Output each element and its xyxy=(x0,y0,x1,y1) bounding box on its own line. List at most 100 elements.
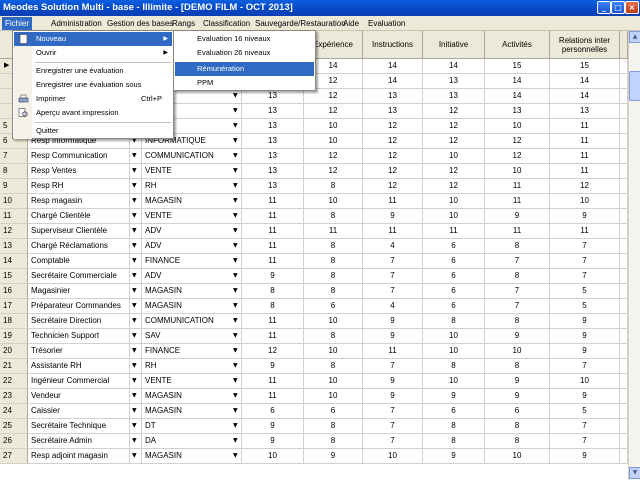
cell-activites[interactable]: 14 xyxy=(485,89,550,104)
menu-item-enregistrer[interactable]: Enregistrer une évaluation xyxy=(14,64,172,78)
cell-relations[interactable]: 9 xyxy=(550,389,620,404)
cell-initiative[interactable]: 9 xyxy=(423,449,485,464)
cell-relations[interactable]: 7 xyxy=(550,419,620,434)
cell-instructions[interactable]: 11 xyxy=(363,224,423,239)
cell-relations[interactable]: 7 xyxy=(550,269,620,284)
cell-relations[interactable]: 10 xyxy=(550,194,620,209)
cell-activites[interactable]: 6 xyxy=(485,404,550,419)
header-instructions[interactable]: Instructions xyxy=(363,31,423,59)
menu-item-nouveau[interactable]: Nouveau ▶ xyxy=(14,32,172,46)
dept-dropdown-icon[interactable]: ▼ xyxy=(233,182,238,189)
cell-instructions[interactable]: 12 xyxy=(363,134,423,149)
cell-col-first[interactable]: 8 xyxy=(242,299,304,314)
maximize-button[interactable]: □ xyxy=(611,1,625,14)
cell-initiative[interactable]: 10 xyxy=(423,209,485,224)
cell-activites[interactable]: 12 xyxy=(485,134,550,149)
cell-col-first[interactable]: 13 xyxy=(242,119,304,134)
cell-instructions[interactable]: 11 xyxy=(363,194,423,209)
cell-relations[interactable]: 7 xyxy=(550,254,620,269)
cell-instructions[interactable]: 13 xyxy=(363,89,423,104)
cell-job-title[interactable]: Secrétaire Technique xyxy=(28,419,130,434)
cell-extra[interactable] xyxy=(620,404,628,419)
menu-fichier[interactable]: Fichier xyxy=(2,17,33,30)
cell-experience[interactable]: 6 xyxy=(304,299,363,314)
cell-experience[interactable]: 10 xyxy=(304,344,363,359)
cell-extra[interactable] xyxy=(620,359,628,374)
cell-department[interactable]: MAGASIN xyxy=(142,449,242,464)
cell-experience[interactable]: 8 xyxy=(304,434,363,449)
cell-instructions[interactable]: 14 xyxy=(363,74,423,89)
cell-extra[interactable] xyxy=(620,299,628,314)
cell-instructions[interactable]: 7 xyxy=(363,434,423,449)
cell-job-title[interactable]: Chargé Réclamations xyxy=(28,239,130,254)
dept-dropdown-icon[interactable]: ▼ xyxy=(233,287,238,294)
scroll-up-icon[interactable]: ▲ xyxy=(629,31,640,43)
cell-activites[interactable]: 9 xyxy=(485,329,550,344)
name-dropdown-icon[interactable]: ▼ xyxy=(132,287,137,294)
dept-dropdown-icon[interactable]: ▼ xyxy=(233,377,238,384)
cell-col-first[interactable]: 11 xyxy=(242,239,304,254)
cell-job-title[interactable]: Assistante RH xyxy=(28,359,130,374)
menu-classification[interactable]: Classification xyxy=(200,17,253,30)
table-row[interactable]: 25 Secrétaire Technique DT 9 8 7 8 8 7 ▼ ▼ xyxy=(0,419,628,434)
cell-activites[interactable]: 8 xyxy=(485,359,550,374)
cell-col-first[interactable]: 11 xyxy=(242,329,304,344)
cell-col-first[interactable]: 12 xyxy=(242,344,304,359)
cell-department[interactable]: VENTE xyxy=(142,374,242,389)
table-row[interactable]: 20 Trésorier FINANCE 12 10 11 10 10 9 ▼ ▼ xyxy=(0,344,628,359)
cell-initiative[interactable]: 8 xyxy=(423,419,485,434)
cell-experience[interactable]: 11 xyxy=(304,224,363,239)
cell-initiative[interactable]: 10 xyxy=(423,344,485,359)
cell-activites[interactable]: 7 xyxy=(485,284,550,299)
header-initiative[interactable]: Initiative xyxy=(423,31,485,59)
submenu-eval-26[interactable]: Evaluation 26 niveaux xyxy=(175,46,314,60)
cell-relations[interactable]: 13 xyxy=(550,104,620,119)
cell-initiative[interactable]: 12 xyxy=(423,119,485,134)
dept-dropdown-icon[interactable]: ▼ xyxy=(233,122,238,129)
table-row[interactable]: 8 Resp Ventes VENTE 13 12 12 12 10 11 ▼ ▼ xyxy=(0,164,628,179)
cell-department[interactable]: COMMUNICATION xyxy=(142,314,242,329)
cell-instructions[interactable]: 11 xyxy=(363,344,423,359)
dept-dropdown-icon[interactable]: ▼ xyxy=(233,152,238,159)
cell-job-title[interactable]: Resp magasin xyxy=(28,194,130,209)
name-dropdown-icon[interactable]: ▼ xyxy=(132,317,137,324)
cell-experience[interactable]: 12 xyxy=(304,164,363,179)
cell-activites[interactable]: 11 xyxy=(485,224,550,239)
menu-item-quitter[interactable]: Quitter xyxy=(14,124,172,138)
menu-item-ouvrir[interactable]: Ouvrir ▶ xyxy=(14,46,172,60)
menu-sauvegarde-restauration[interactable]: Sauvegarde/Restauration xyxy=(252,17,349,30)
cell-department[interactable]: VENTE xyxy=(142,209,242,224)
cell-experience[interactable]: 6 xyxy=(304,404,363,419)
table-row[interactable]: 26 Secrétaire Admin DA 9 8 7 8 8 7 ▼ ▼ xyxy=(0,434,628,449)
cell-extra[interactable] xyxy=(620,254,628,269)
cell-instructions[interactable]: 7 xyxy=(363,254,423,269)
cell-col-first[interactable]: 11 xyxy=(242,314,304,329)
cell-job-title[interactable]: Vendeur xyxy=(28,389,130,404)
name-dropdown-icon[interactable]: ▼ xyxy=(132,437,137,444)
menu-evaluation[interactable]: Evaluation xyxy=(365,17,408,30)
name-dropdown-icon[interactable]: ▼ xyxy=(132,257,137,264)
name-dropdown-icon[interactable]: ▼ xyxy=(132,272,137,279)
cell-relations[interactable]: 15 xyxy=(550,59,620,74)
cell-instructions[interactable]: 9 xyxy=(363,389,423,404)
cell-experience[interactable]: 8 xyxy=(304,284,363,299)
cell-initiative[interactable]: 6 xyxy=(423,284,485,299)
cell-relations[interactable]: 11 xyxy=(550,119,620,134)
cell-experience[interactable]: 8 xyxy=(304,269,363,284)
dept-dropdown-icon[interactable]: ▼ xyxy=(233,272,238,279)
cell-experience[interactable]: 10 xyxy=(304,314,363,329)
cell-job-title[interactable]: Technicien Support xyxy=(28,329,130,344)
cell-experience[interactable]: 8 xyxy=(304,179,363,194)
cell-extra[interactable] xyxy=(620,239,628,254)
cell-instructions[interactable]: 9 xyxy=(363,314,423,329)
cell-relations[interactable]: 10 xyxy=(550,374,620,389)
cell-department[interactable]: MAGASIN xyxy=(142,194,242,209)
name-dropdown-icon[interactable]: ▼ xyxy=(132,152,137,159)
menu-administration[interactable]: Administration xyxy=(48,17,105,30)
cell-experience[interactable]: 9 xyxy=(304,449,363,464)
dept-dropdown-icon[interactable]: ▼ xyxy=(233,227,238,234)
cell-relations[interactable]: 9 xyxy=(550,449,620,464)
dept-dropdown-icon[interactable]: ▼ xyxy=(233,257,238,264)
cell-relations[interactable]: 5 xyxy=(550,404,620,419)
cell-instructions[interactable]: 4 xyxy=(363,239,423,254)
